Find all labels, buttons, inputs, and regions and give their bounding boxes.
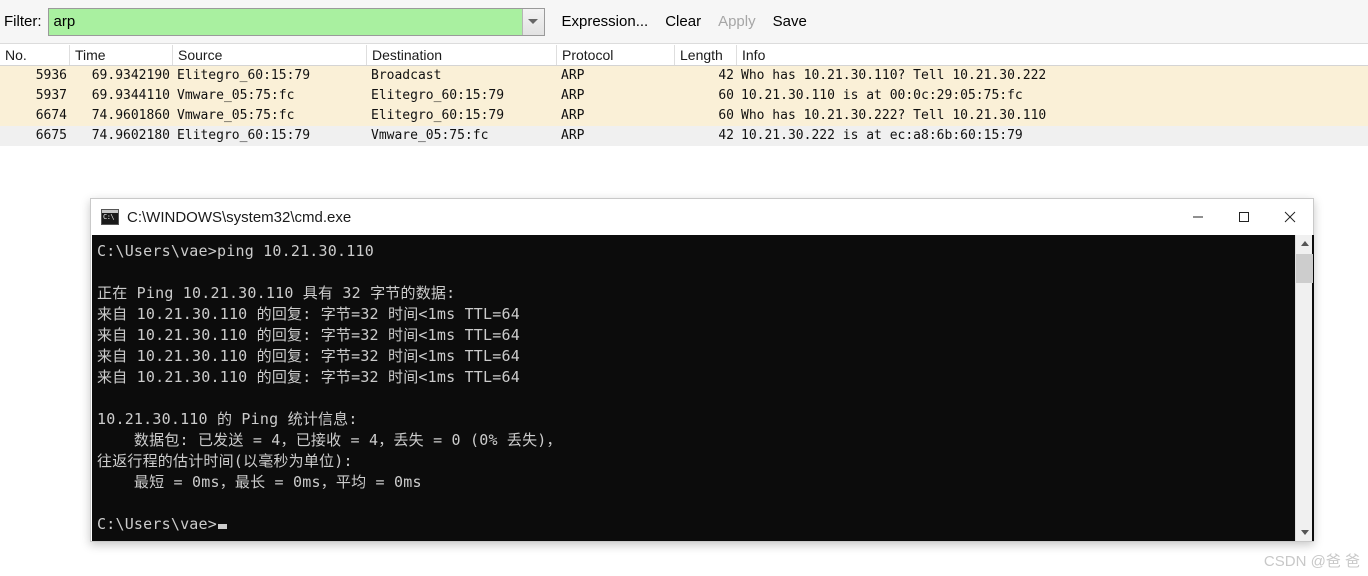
cell-length: 42 bbox=[718, 128, 734, 143]
close-button[interactable] bbox=[1267, 199, 1313, 235]
maximize-icon bbox=[1239, 212, 1249, 222]
chevron-down-icon bbox=[528, 19, 538, 24]
chevron-down-icon bbox=[1300, 530, 1309, 535]
cell-time: 74.9602180 bbox=[91, 128, 170, 143]
table-row[interactable]: 5936 69.9342190 Elitegro_60:15:79 Broadc… bbox=[0, 66, 1368, 86]
scrollbar-thumb[interactable] bbox=[1296, 254, 1313, 283]
cell-source: Vmware_05:75:fc bbox=[177, 88, 295, 103]
cmd-title-bar[interactable]: C:\WINDOWS\system32\cmd.exe bbox=[91, 199, 1313, 235]
table-row[interactable]: 5937 69.9344110 Vmware_05:75:fc Elitegro… bbox=[0, 86, 1368, 106]
scrollbar-down-button[interactable] bbox=[1296, 524, 1313, 541]
column-header-destination[interactable]: Destination bbox=[367, 45, 557, 65]
cell-protocol: ARP bbox=[561, 108, 585, 123]
cell-info: Who has 10.21.30.110? Tell 10.21.30.222 bbox=[741, 68, 1047, 83]
column-header-protocol[interactable]: Protocol bbox=[557, 45, 675, 65]
scrollbar-up-button[interactable] bbox=[1296, 235, 1313, 252]
column-header-no[interactable]: No. bbox=[0, 45, 70, 65]
cell-destination: Elitegro_60:15:79 bbox=[371, 108, 505, 123]
column-header-time[interactable]: Time bbox=[70, 45, 173, 65]
console-cursor bbox=[218, 524, 227, 529]
column-header-source[interactable]: Source bbox=[173, 45, 367, 65]
column-header-info[interactable]: Info bbox=[737, 45, 1368, 65]
console-scrollbar[interactable] bbox=[1295, 235, 1313, 541]
console-output-area[interactable]: C:\Users\vae>ping 10.21.30.110 正在 Ping 1… bbox=[92, 235, 1314, 541]
cell-length: 60 bbox=[718, 88, 734, 103]
cell-no: 6674 bbox=[35, 108, 67, 123]
cell-source: Elitegro_60:15:79 bbox=[177, 68, 311, 83]
table-row[interactable]: 6674 74.9601860 Vmware_05:75:fc Elitegro… bbox=[0, 106, 1368, 126]
cell-info: Who has 10.21.30.222? Tell 10.21.30.110 bbox=[741, 108, 1047, 123]
cell-no: 6675 bbox=[35, 128, 67, 143]
filter-history-dropdown-button[interactable] bbox=[521, 8, 544, 35]
table-row[interactable]: 6675 74.9602180 Elitegro_60:15:79 Vmware… bbox=[0, 126, 1368, 146]
display-filter-combobox[interactable] bbox=[47, 7, 545, 36]
cmd-window: C:\WINDOWS\system32\cmd.exe C:\Users\v bbox=[90, 198, 1314, 542]
cell-destination: Vmware_05:75:fc bbox=[371, 128, 489, 143]
console-text: C:\Users\vae>ping 10.21.30.110 正在 Ping 1… bbox=[97, 242, 562, 533]
cell-no: 5937 bbox=[35, 88, 67, 103]
cell-source: Vmware_05:75:fc bbox=[177, 108, 295, 123]
packet-list-header: No. Time Source Destination Protocol Len… bbox=[0, 45, 1368, 66]
minimize-button[interactable] bbox=[1175, 199, 1221, 235]
close-icon bbox=[1284, 211, 1296, 223]
clear-filter-button[interactable]: Clear bbox=[665, 13, 701, 30]
cell-destination: Broadcast bbox=[371, 68, 442, 83]
minimize-icon bbox=[1193, 216, 1203, 218]
cell-time: 74.9601860 bbox=[91, 108, 170, 123]
cell-info: 10.21.30.222 is at ec:a8:6b:60:15:79 bbox=[741, 128, 1023, 143]
cmd-window-title: C:\WINDOWS\system32\cmd.exe bbox=[127, 208, 352, 226]
cell-protocol: ARP bbox=[561, 88, 585, 103]
cell-time: 69.9342190 bbox=[91, 68, 170, 83]
cell-source: Elitegro_60:15:79 bbox=[177, 128, 311, 143]
cmd-console-icon bbox=[101, 209, 119, 225]
filter-label: Filter: bbox=[4, 13, 42, 30]
cell-protocol: ARP bbox=[561, 68, 585, 83]
filter-toolbar: Filter: Expression... Clear Apply Save bbox=[0, 0, 1368, 44]
watermark: CSDN @爸 爸 bbox=[1263, 553, 1360, 570]
cell-protocol: ARP bbox=[561, 128, 585, 143]
apply-filter-button[interactable]: Apply bbox=[718, 13, 756, 30]
cell-length: 42 bbox=[718, 68, 734, 83]
cell-info: 10.21.30.110 is at 00:0c:29:05:75:fc bbox=[741, 88, 1023, 103]
cell-destination: Elitegro_60:15:79 bbox=[371, 88, 505, 103]
display-filter-input[interactable] bbox=[48, 8, 522, 35]
cell-no: 5936 bbox=[35, 68, 67, 83]
column-header-length[interactable]: Length bbox=[675, 45, 737, 65]
cell-length: 60 bbox=[718, 108, 734, 123]
cell-time: 69.9344110 bbox=[91, 88, 170, 103]
chevron-up-icon bbox=[1300, 241, 1309, 246]
window-controls bbox=[1175, 199, 1313, 235]
save-filter-button[interactable]: Save bbox=[773, 13, 807, 30]
maximize-button[interactable] bbox=[1221, 199, 1267, 235]
packet-list: No. Time Source Destination Protocol Len… bbox=[0, 45, 1368, 155]
expression-button[interactable]: Expression... bbox=[562, 13, 649, 30]
